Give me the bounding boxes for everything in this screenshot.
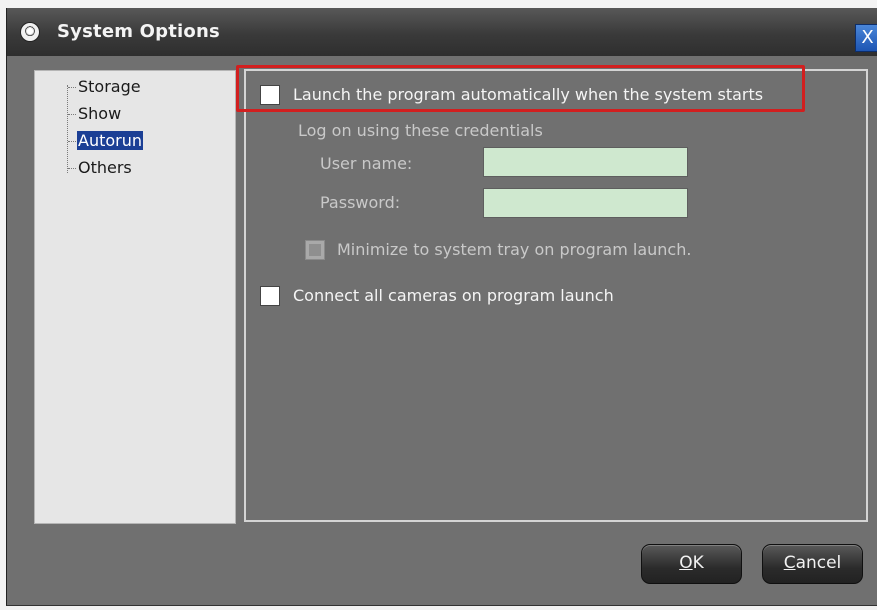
tree-item-label: Others [78,158,132,177]
ok-label: K [692,553,704,573]
tree-item-label: Autorun [77,131,144,150]
launch-auto-checkbox[interactable] [260,85,280,105]
username-label: User name: [320,154,413,173]
options-tree: Storage Show Autorun Others [34,70,236,524]
password-label: Password: [320,193,401,212]
username-field[interactable] [483,147,688,177]
close-button[interactable]: X [855,24,877,52]
tree-branch [68,168,76,169]
window-title: System Options [57,21,220,42]
title-bar[interactable]: System Options X [7,8,877,56]
cancel-accel: C [783,553,796,573]
connect-cameras-checkbox[interactable] [260,286,280,306]
minimize-tray-label: Minimize to system tray on program launc… [337,240,692,259]
tree-branch [68,87,76,88]
ok-button[interactable]: OK [641,544,742,584]
app-icon [21,23,39,41]
ok-accel: O [679,553,693,573]
cancel-button[interactable]: Cancel [762,544,863,584]
launch-auto-label[interactable]: Launch the program automatically when th… [293,85,763,104]
cancel-label: ancel [795,553,842,573]
tree-item-show[interactable]: Show [68,103,122,125]
tree-item-autorun[interactable]: Autorun [68,130,144,152]
minimize-tray-checkbox[interactable] [305,240,325,260]
tree-branch [68,114,76,115]
close-icon: X [861,27,874,48]
tree-item-label: Storage [78,77,141,96]
tree-item-label: Show [78,104,122,123]
credentials-label: Log on using these credentials [298,121,543,140]
tree-item-others[interactable]: Others [68,157,133,179]
password-field[interactable] [483,188,688,218]
connect-cameras-label[interactable]: Connect all cameras on program launch [293,286,614,305]
tree-branch [68,141,76,142]
system-options-window: System Options X Storage Show Autorun Ot… [6,8,877,606]
tree-item-storage[interactable]: Storage [68,76,142,98]
